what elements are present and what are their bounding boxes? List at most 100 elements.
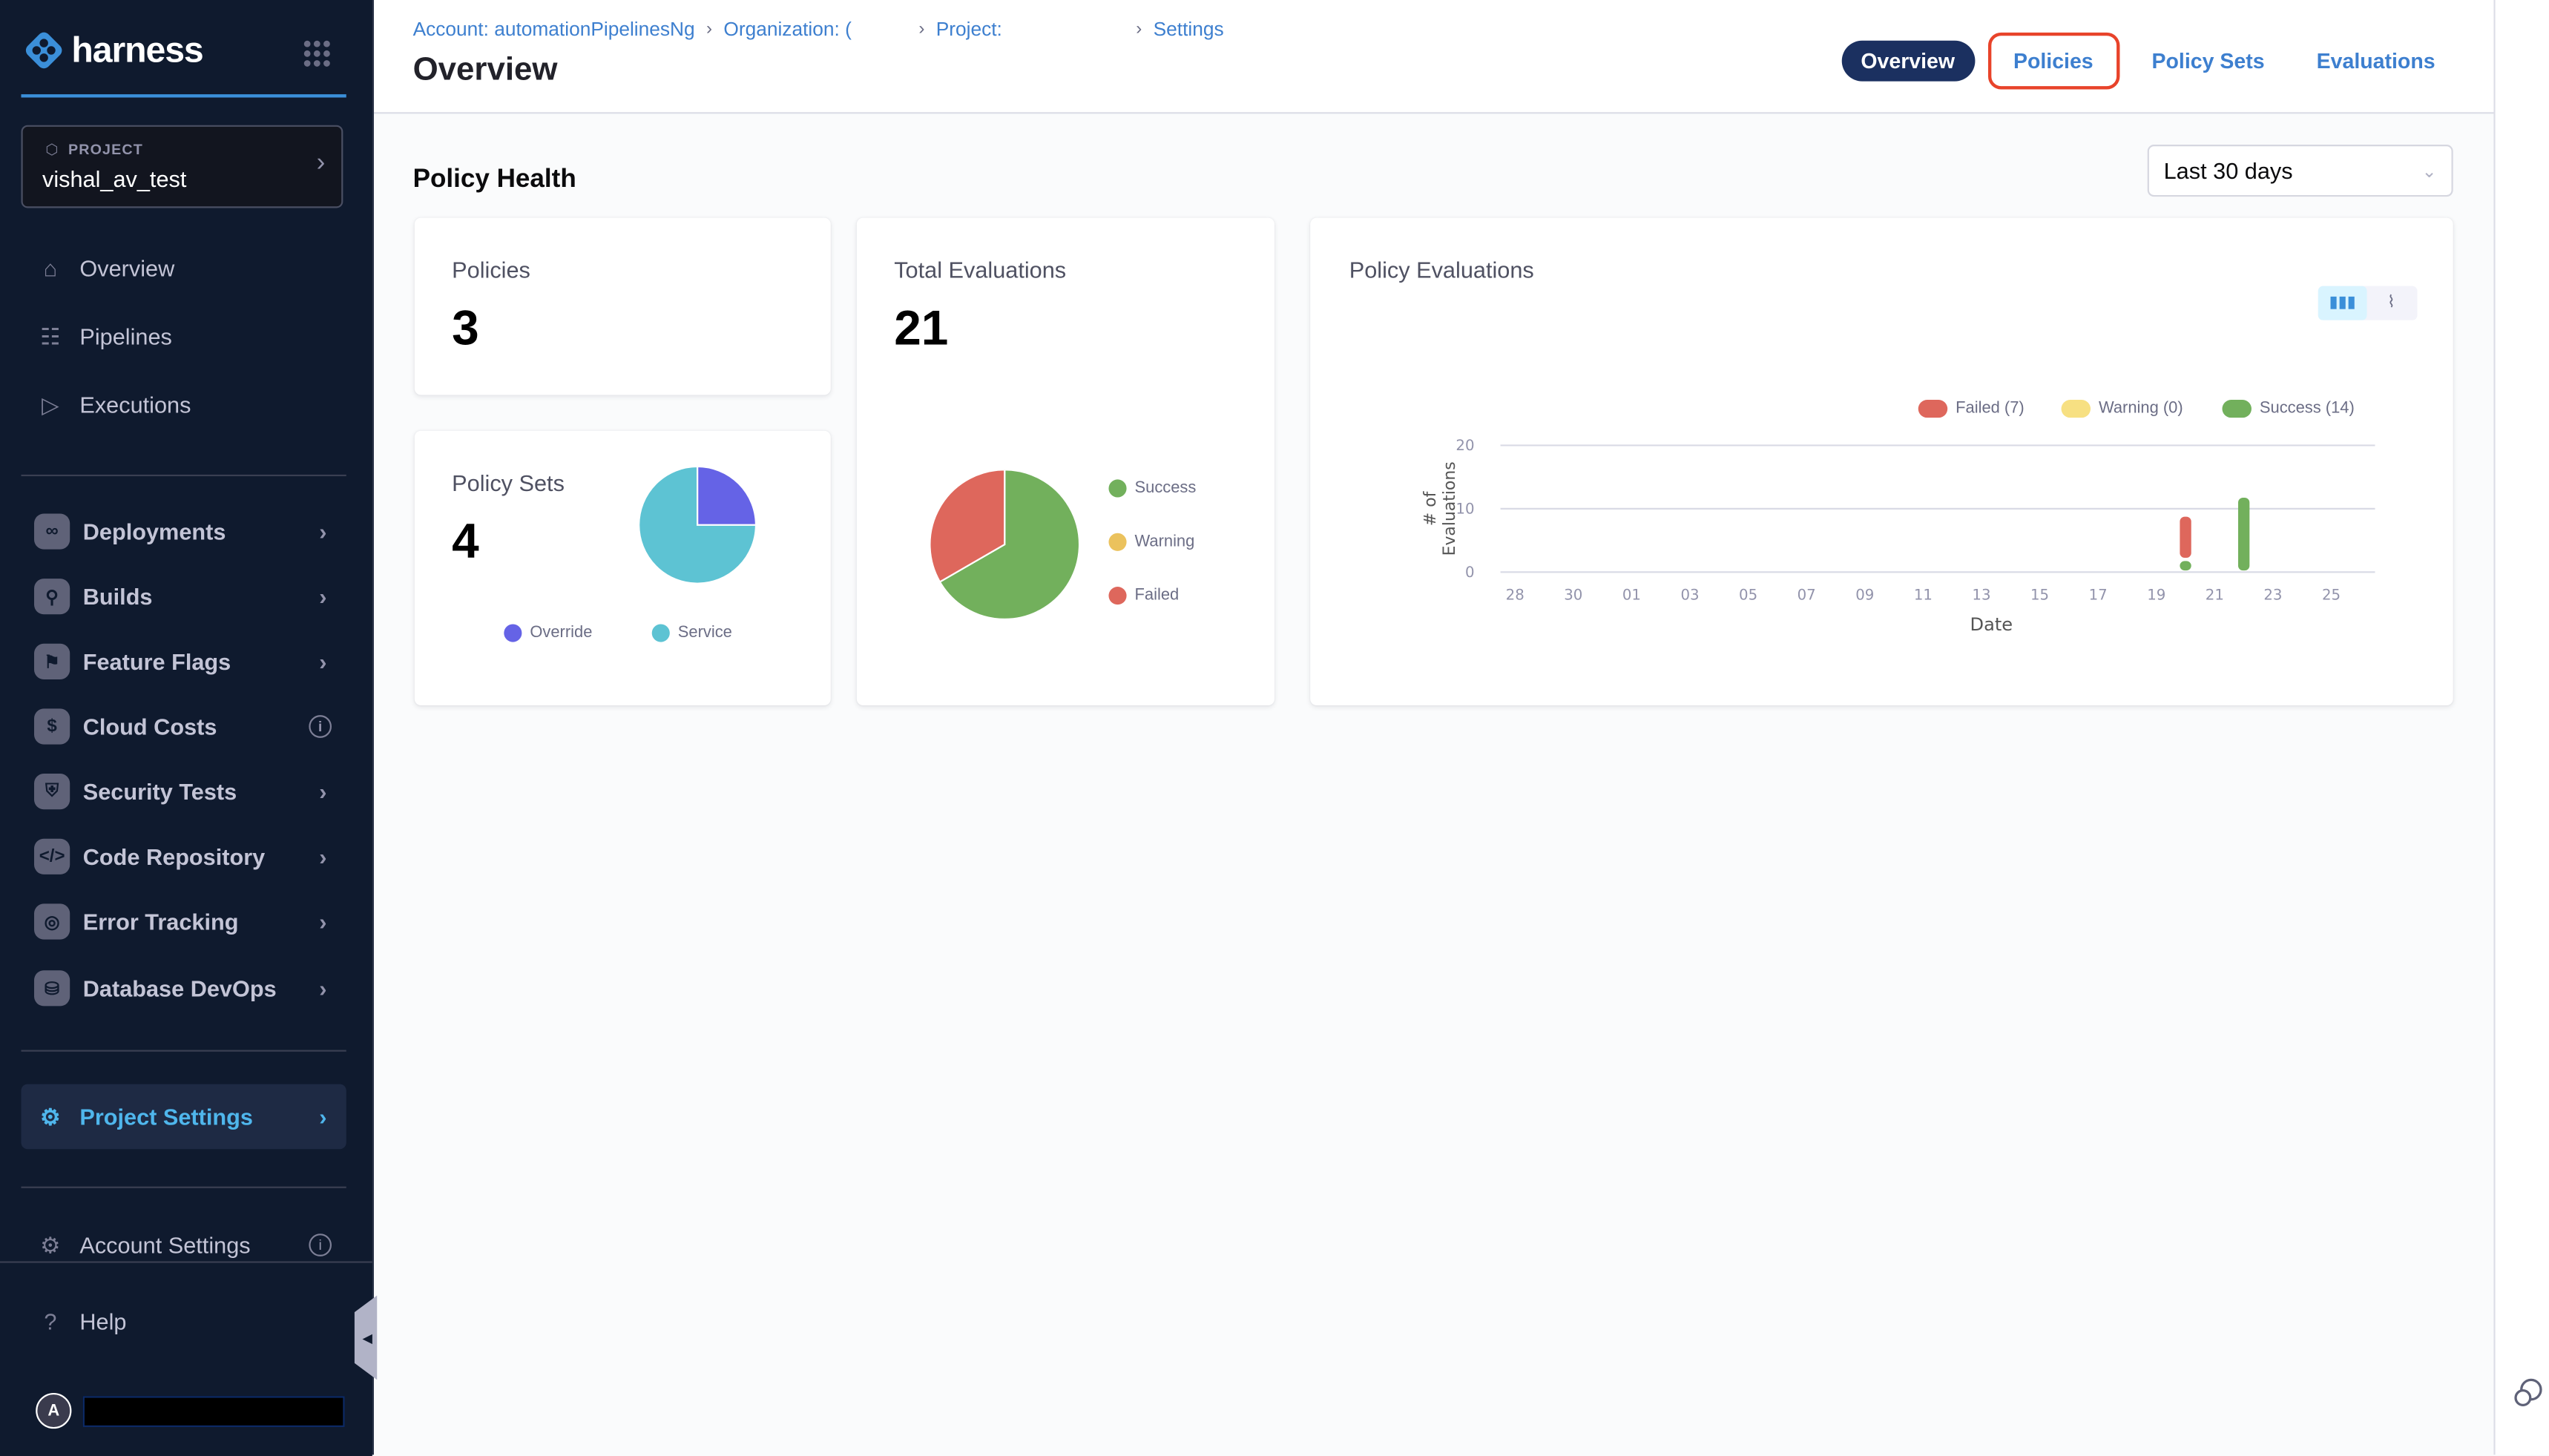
harness-logo[interactable]: harness: [23, 29, 204, 71]
pie-slice-override[interactable]: [696, 466, 756, 526]
legend-label: Warning: [1134, 533, 1195, 551]
app-launcher-icon[interactable]: [303, 40, 330, 67]
legend-label: Override: [530, 624, 593, 642]
policy-sets-card[interactable]: Policy Sets 4 Override Service: [414, 430, 831, 706]
legend-label: Failed (7): [1956, 400, 2025, 418]
sidebar-item-database-devops[interactable]: ⛁ Database DevOps ›: [21, 959, 346, 1018]
tab-evaluations[interactable]: Evaluations: [2297, 41, 2454, 82]
tab-overview[interactable]: Overview: [1841, 40, 1975, 82]
project-selector[interactable]: ⬡ PROJECT vishal_av_test ›: [21, 125, 343, 208]
pipeline-icon: ☷: [40, 322, 61, 349]
y-axis-label-line: # of: [1421, 490, 1440, 526]
card-label: Policies: [452, 257, 530, 283]
sidebar-item-label: Pipelines: [79, 323, 172, 350]
tab-policy-sets[interactable]: Policy Sets: [2132, 41, 2284, 82]
bar-success-22[interactable]: [2237, 497, 2250, 571]
sidebar-item-label: Account Settings: [79, 1232, 251, 1259]
sidebar-item-builds[interactable]: ⚲ Builds ›: [21, 567, 346, 626]
policy-evaluations-card: Policy Evaluations ▮▮▮ ⌇ Failed (7) Warn…: [1310, 217, 2453, 706]
total-evaluations-pie: [930, 470, 1080, 619]
sidebar-item-label: Database DevOps: [82, 975, 277, 1001]
info-icon[interactable]: i: [309, 715, 332, 738]
breadcrumb: Account: automationPipelinesNg › Organiz…: [413, 18, 1224, 41]
chevron-right-icon: ›: [918, 19, 925, 39]
x-axis-label: Date: [1970, 614, 2013, 635]
legend-label: Failed: [1134, 587, 1180, 605]
brand-name: harness: [71, 29, 203, 70]
account-settings-icon: ⚙: [40, 1231, 61, 1257]
sidebar-item-code-repository[interactable]: </> Code Repository ›: [21, 827, 346, 886]
date-range-select[interactable]: Last 30 days ⌄: [2147, 145, 2453, 197]
sidebar-item-executions[interactable]: ▷ Executions: [21, 375, 346, 434]
sidebar-item-help[interactable]: ? Help: [21, 1292, 346, 1351]
x-tick-label: 15: [2030, 587, 2049, 604]
sidebar-item-label: Project Settings: [79, 1103, 253, 1130]
page-header: Account: automationPipelinesNg › Organiz…: [373, 0, 2494, 114]
logo-underline: [21, 94, 346, 98]
right-rail: [2495, 0, 2549, 1455]
breadcrumb-project[interactable]: Project:: [936, 18, 1074, 41]
avatar[interactable]: A: [36, 1392, 72, 1429]
legend-item-success[interactable]: Success (14): [2222, 400, 2355, 418]
y-axis-label-line: Evaluations: [1441, 461, 1459, 556]
line-chart-icon[interactable]: ⌇: [2367, 286, 2416, 320]
sidebar-item-pipelines[interactable]: ☷ Pipelines: [21, 307, 346, 366]
page-title: Overview: [412, 52, 558, 88]
info-icon[interactable]: i: [309, 1233, 332, 1256]
x-tick-label: 19: [2147, 587, 2165, 604]
chevron-down-icon: ⌄: [2421, 162, 2437, 182]
breadcrumb-organization[interactable]: Organization: (: [723, 18, 857, 41]
x-tick-label: 07: [1798, 587, 1816, 604]
gear-icon: ⚙: [40, 1102, 61, 1129]
legend-label: Warning (0): [2098, 400, 2183, 418]
date-range-value: Last 30 days: [2163, 157, 2293, 184]
legend-item-service: Service: [651, 624, 732, 642]
chat-icon[interactable]: [2512, 1377, 2545, 1409]
x-tick-label: 21: [2206, 587, 2224, 604]
sidebar-item-deployments[interactable]: ∞ Deployments ›: [21, 502, 346, 561]
legend-item-failed: Failed: [1108, 587, 1179, 605]
chevron-right-icon: ›: [319, 908, 327, 935]
breadcrumb-settings[interactable]: Settings: [1154, 18, 1224, 41]
chevron-right-icon: ›: [319, 648, 327, 675]
sidebar-divider: [21, 1050, 346, 1052]
sidebar-item-overview[interactable]: ⌂ Overview: [21, 239, 346, 297]
legend-dot: [2061, 400, 2091, 418]
sidebar-item-security-tests[interactable]: ⛨ Security Tests ›: [21, 762, 346, 821]
breadcrumb-account[interactable]: Account: automationPipelinesNg: [413, 18, 695, 41]
user-name-redacted[interactable]: [82, 1396, 345, 1427]
tab-policies[interactable]: Policies: [1987, 32, 2119, 90]
card-value: 21: [894, 302, 949, 356]
legend-item-override: Override: [504, 624, 592, 642]
legend-dot: [1918, 400, 1948, 418]
legend-item-warning[interactable]: Warning (0): [2061, 400, 2183, 418]
policies-card[interactable]: Policies 3: [414, 217, 831, 395]
chevron-right-icon: ›: [319, 1103, 327, 1130]
card-label: Total Evaluations: [894, 257, 1067, 283]
caret-left-icon: ◀: [362, 1330, 372, 1345]
legend-item-success: Success: [1108, 479, 1196, 498]
sidebar-item-project-settings[interactable]: ⚙ Project Settings ›: [21, 1084, 346, 1150]
bar-failed-20[interactable]: [2180, 516, 2191, 559]
legend-dot: [1108, 533, 1127, 551]
sidebar-item-label: Error Tracking: [82, 908, 239, 935]
sidebar-divider: [21, 1186, 346, 1188]
cube-icon: ⬡: [45, 141, 59, 158]
legend-item-failed[interactable]: Failed (7): [1918, 400, 2025, 418]
home-icon: ⌂: [43, 255, 58, 282]
sidebar-item-label: Executions: [79, 392, 191, 418]
bar-success-20[interactable]: [2180, 561, 2191, 571]
sidebar-item-label: Security Tests: [82, 778, 237, 805]
bar-chart-icon[interactable]: ▮▮▮: [2318, 286, 2367, 320]
x-tick-label: 09: [1855, 587, 1874, 604]
sidebar-item-error-tracking[interactable]: ◎ Error Tracking ›: [21, 892, 346, 951]
chevron-right-icon: ›: [319, 518, 327, 545]
sidebar-item-feature-flags[interactable]: ⚑ Feature Flags ›: [21, 632, 346, 691]
legend-dot: [1108, 587, 1127, 605]
project-name: vishal_av_test: [42, 165, 187, 192]
x-tick-label: 11: [1914, 587, 1933, 604]
sidebar-item-label: Code Repository: [82, 843, 266, 870]
sidebar-item-cloud-costs[interactable]: $ Cloud Costs i: [21, 697, 346, 756]
sidebar-item-label: Help: [79, 1308, 127, 1335]
total-evaluations-card[interactable]: Total Evaluations 21 Success Warning Fai…: [856, 217, 1274, 706]
